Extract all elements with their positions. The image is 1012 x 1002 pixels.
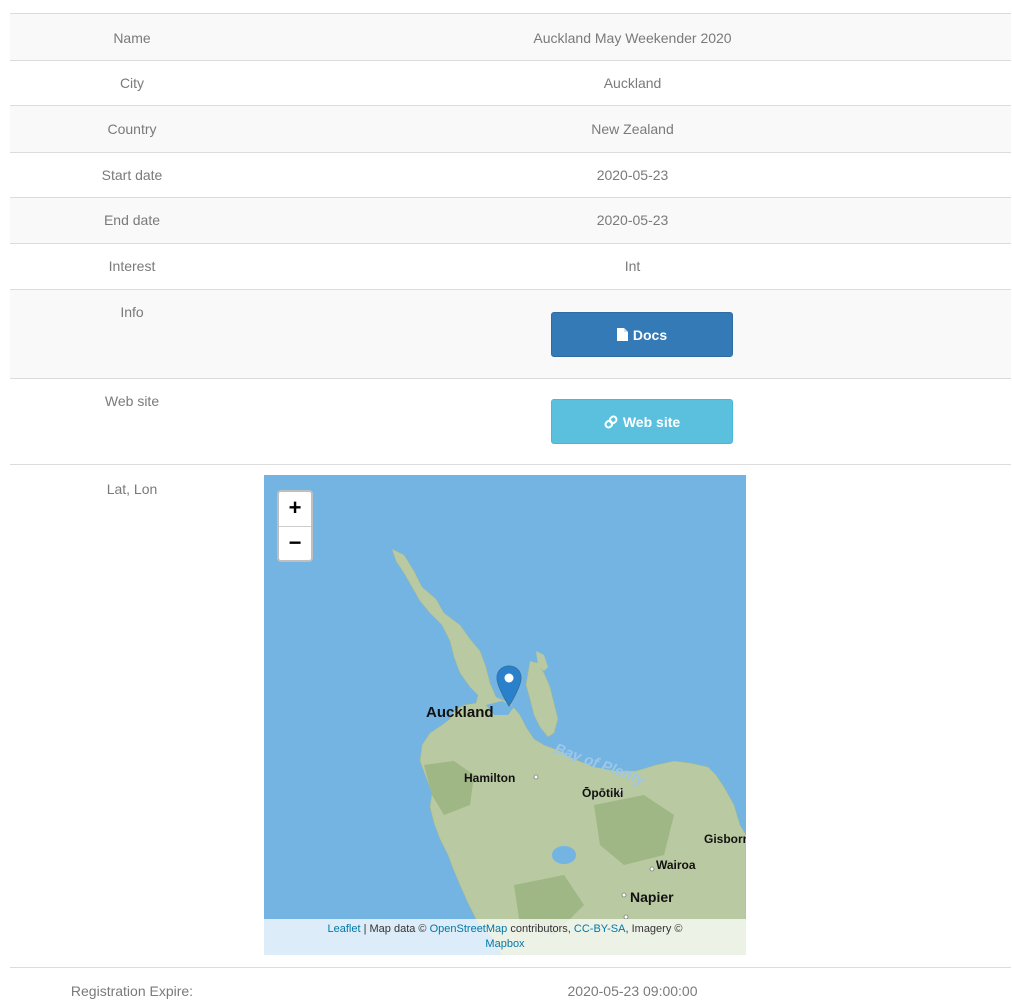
document-icon [616, 328, 628, 341]
row-label: Country [107, 121, 157, 137]
row-label: Name [113, 30, 151, 46]
contributors-text: contributors, [510, 923, 571, 935]
docs-button-label: Docs [632, 326, 668, 343]
license-link[interactable]: CC-BY-SA [574, 923, 626, 935]
row-interest: Interest Int [10, 243, 1011, 289]
map-data-text: | Map data © [363, 923, 427, 935]
row-name: Name Auckland May Weekender 2020 [10, 13, 1011, 60]
website-button-label: Web site [622, 413, 681, 430]
location-map[interactable]: Bay of Plenty Auckland Hamilton Ōpōtiki … [264, 475, 746, 955]
row-value: 2020-05-23 [596, 167, 669, 183]
row-label: Registration Expire: [70, 983, 194, 999]
city-label-auckland: Auckland [426, 704, 494, 721]
row-start-date: Start date 2020-05-23 [10, 152, 1011, 197]
row-label: Web site [104, 393, 160, 409]
map-attribution: Leaflet | Map data © OpenStreetMap contr… [264, 919, 746, 955]
imagery-text: , Imagery © [625, 923, 683, 935]
city-label-wairoa: Wairoa [656, 858, 696, 872]
website-button[interactable]: Web site [551, 399, 733, 444]
row-city: City Auckland [10, 60, 1011, 105]
map-marker-icon[interactable] [496, 665, 522, 707]
zoom-in-button[interactable]: + [279, 492, 311, 527]
leaflet-link[interactable]: Leaflet [328, 923, 361, 935]
row-value: Auckland May Weekender 2020 [533, 30, 732, 46]
row-country: Country New Zealand [10, 105, 1011, 152]
openstreetmap-link[interactable]: OpenStreetMap [430, 923, 508, 935]
row-label: Lat, Lon [106, 481, 158, 497]
city-label-napier: Napier [630, 889, 674, 905]
row-value: 2020-05-23 09:00:00 [567, 983, 698, 999]
details-table: Name Auckland May Weekender 2020 City Au… [10, 13, 1011, 1002]
zoom-control: + − [277, 490, 313, 562]
link-icon [604, 415, 618, 428]
row-end-date: End date 2020-05-23 [10, 197, 1011, 243]
mapbox-link[interactable]: Mapbox [485, 938, 524, 950]
row-value: Auckland [603, 75, 662, 91]
row-label: City [119, 75, 145, 91]
zoom-out-button[interactable]: − [279, 527, 311, 561]
row-value: New Zealand [591, 121, 674, 137]
row-info: Info Docs [10, 289, 1011, 378]
city-label-hamilton: Hamilton [464, 771, 516, 785]
row-value: 2020-05-23 [596, 212, 669, 228]
row-label: Info [120, 304, 144, 320]
city-label-opotiki: Ōpōtiki [582, 786, 624, 800]
row-registration-expire: Registration Expire: 2020-05-23 09:00:00 [10, 967, 1011, 1002]
row-value: Int [624, 258, 641, 274]
row-label: End date [103, 212, 161, 228]
row-label: Interest [108, 258, 156, 274]
row-label: Start date [101, 167, 163, 183]
map-tiles [391, 548, 746, 955]
docs-button[interactable]: Docs [551, 312, 733, 357]
row-latlon: Lat, Lon Bay of Plenty Auckland Hamilton… [10, 464, 1011, 967]
city-label-gisborne: Gisborne [704, 832, 746, 846]
row-website: Web site Web site [10, 378, 1011, 464]
